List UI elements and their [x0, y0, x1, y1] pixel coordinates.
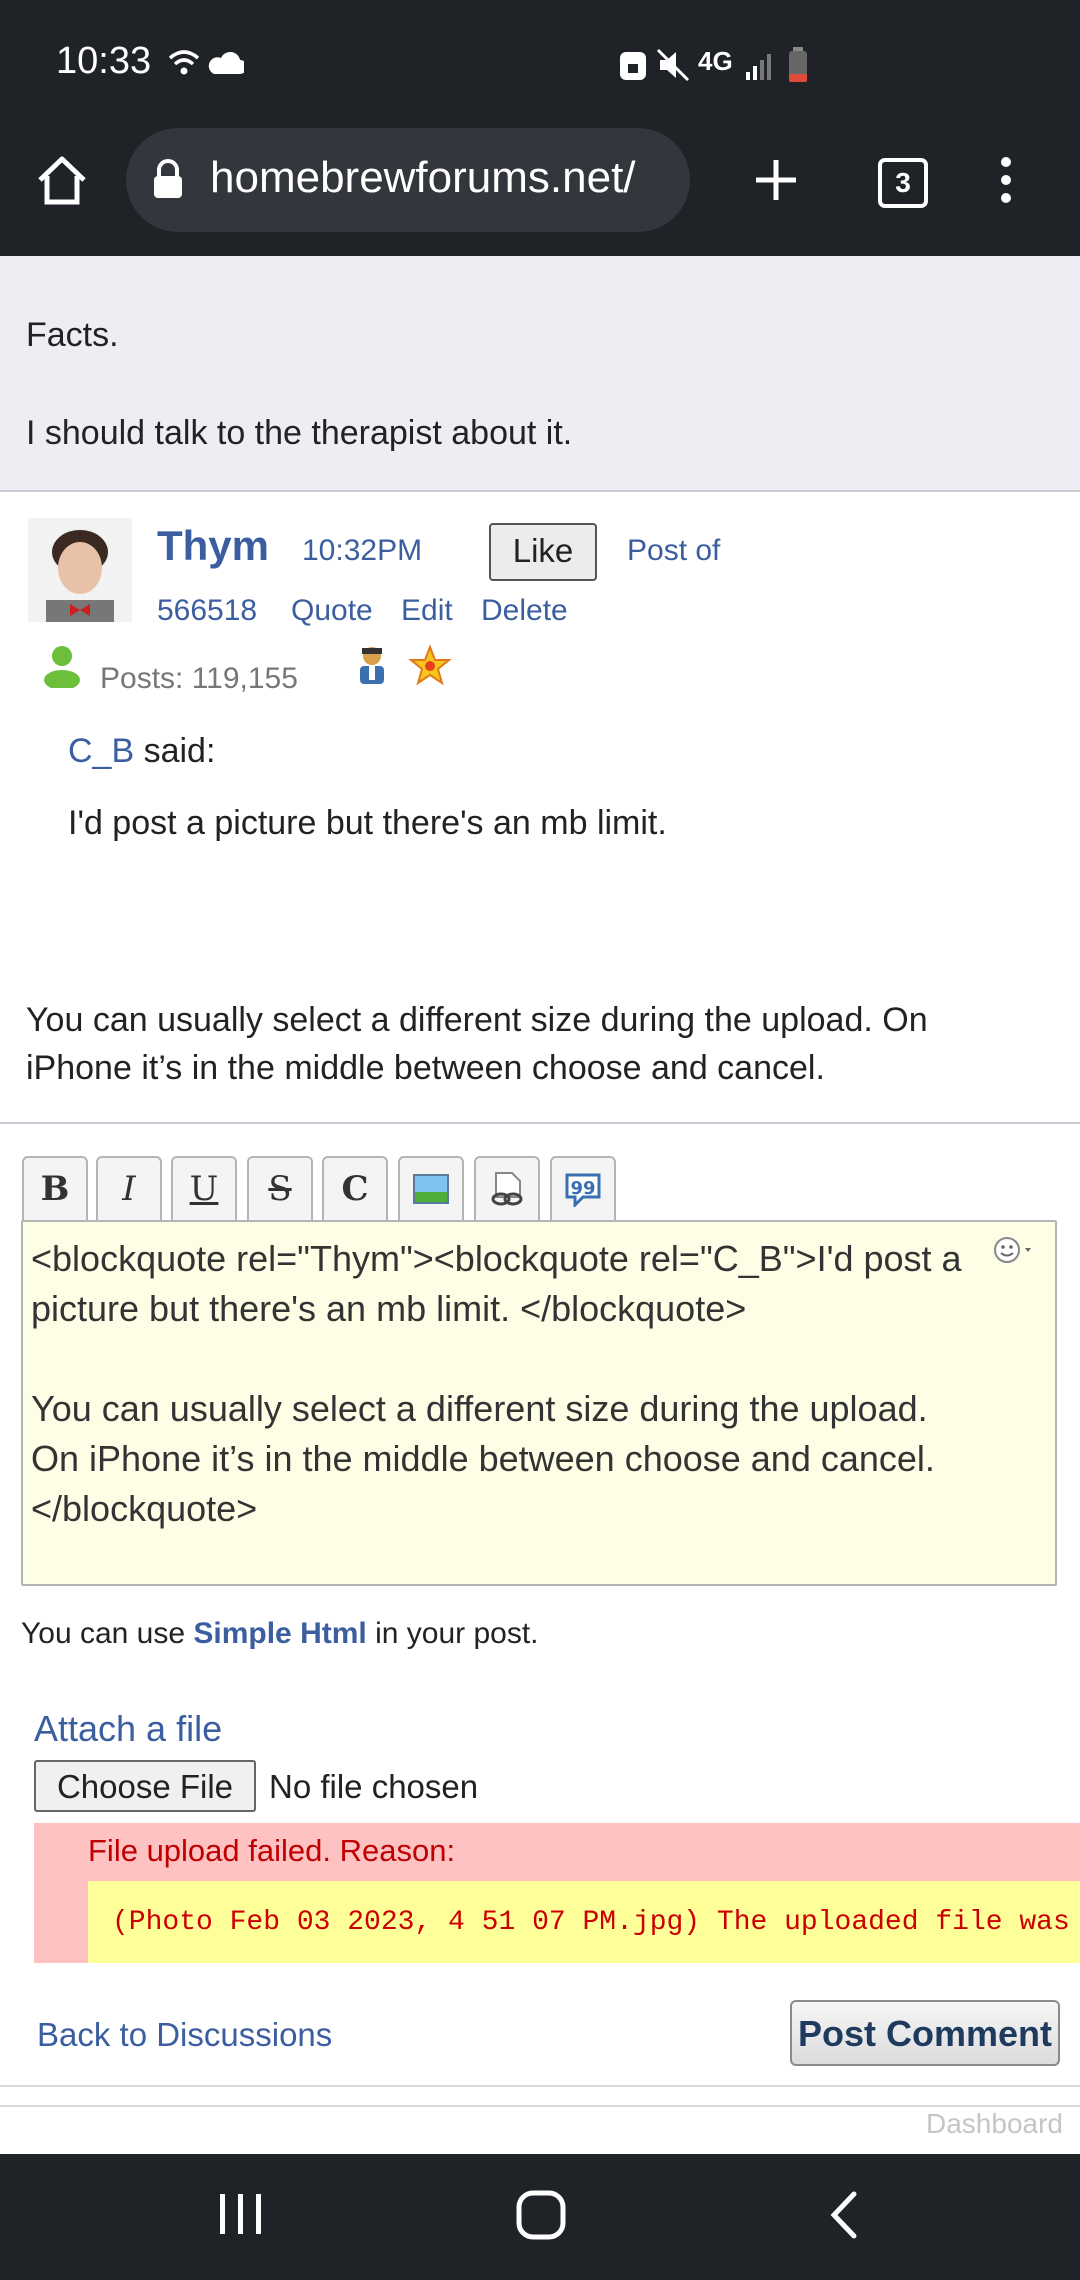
comment-text: <blockquote rel="Thym"><blockquote rel="… — [31, 1238, 962, 1529]
delete-link[interactable]: Delete — [481, 594, 568, 628]
post-comment-button[interactable]: Post Comment — [790, 2000, 1060, 2066]
dashboard-link[interactable]: Dashboard — [926, 2108, 1063, 2140]
signal-icon — [746, 54, 771, 80]
like-button[interactable]: Like — [489, 523, 597, 581]
tab-switcher-button[interactable]: 3 — [878, 158, 928, 208]
divider — [0, 2105, 1080, 2107]
help-suffix: in your post. — [366, 1617, 539, 1650]
strikethrough-button[interactable]: S — [247, 1156, 313, 1220]
link-icon — [491, 1172, 523, 1206]
svg-text:99: 99 — [570, 1178, 595, 1199]
insert-link-button[interactable] — [474, 1156, 540, 1220]
quote-link[interactable]: Quote — [291, 594, 373, 628]
post-body-line: iPhone it’s in the middle between choose… — [26, 1049, 825, 1087]
emoji-dropdown-icon[interactable] — [991, 1234, 1041, 1268]
simple-html-link[interactable]: Simple Html — [193, 1617, 366, 1650]
bold-button[interactable]: B — [22, 1156, 88, 1220]
said-label: said: — [143, 732, 216, 770]
status-bar: 10:33 4G — [0, 0, 1080, 128]
posts-count: Posts: 119,155 — [100, 662, 298, 695]
browser-toolbar: homebrewforums.net/ 3 — [0, 128, 1080, 258]
post-id-link[interactable]: 566518 — [157, 594, 257, 628]
quote-icon: 99 — [565, 1173, 601, 1207]
network-type: 4G — [698, 46, 733, 76]
back-icon[interactable] — [822, 2188, 866, 2242]
author-link[interactable]: Thym — [157, 522, 269, 570]
address-bar[interactable]: homebrewforums.net/ — [126, 128, 690, 232]
post-text: I should talk to the therapist about it. — [26, 414, 573, 452]
lock-icon — [154, 159, 182, 198]
url-text: homebrewforums.net/ — [210, 153, 636, 202]
avatar[interactable] — [28, 518, 132, 622]
navigation-bar — [0, 2154, 1080, 2280]
divider — [0, 1122, 1080, 1124]
status-time: 10:33 — [56, 40, 152, 82]
divider — [0, 2085, 1080, 2087]
back-to-discussions-link[interactable]: Back to Discussions — [37, 2016, 332, 2054]
post-of-link[interactable]: Post of — [627, 534, 720, 568]
italic-button[interactable]: I — [96, 1156, 162, 1220]
edit-link[interactable]: Edit — [401, 594, 453, 628]
html-help-text: You can use Simple Html in your post. — [21, 1617, 539, 1651]
error-message: (Photo Feb 03 2023, 4 51 07 PM.jpg) The … — [112, 1907, 1080, 1938]
home-nav-icon[interactable] — [514, 2188, 568, 2242]
choose-file-button[interactable]: Choose File — [34, 1760, 256, 1812]
insert-image-button[interactable] — [398, 1156, 464, 1220]
quote-attribution: C_B said: — [68, 732, 215, 771]
rank-badge-icon — [360, 647, 384, 684]
comment-textarea[interactable]: <blockquote rel="Thym"><blockquote rel="… — [21, 1220, 1057, 1586]
recent-apps-icon[interactable] — [214, 2190, 266, 2238]
home-icon[interactable] — [34, 152, 90, 208]
code-button[interactable]: C — [322, 1156, 388, 1220]
new-tab-icon[interactable] — [750, 154, 802, 206]
mute-icon — [656, 48, 690, 82]
wifi-icon — [168, 50, 244, 75]
user-icon — [44, 646, 80, 688]
quote-text: I'd post a picture but there's an mb lim… — [68, 804, 667, 842]
quote-author-link[interactable]: C_B — [68, 732, 134, 770]
insert-quote-button[interactable]: 99 — [550, 1156, 616, 1220]
help-prefix: You can use — [21, 1617, 194, 1650]
attach-file-title: Attach a file — [34, 1708, 223, 1749]
error-detail: (Photo Feb 03 2023, 4 51 07 PM.jpg) The … — [88, 1881, 1080, 1963]
post-body: You can usually select a different size … — [26, 996, 928, 1092]
star-badge-icon — [408, 644, 452, 686]
previous-post: Facts. I should talk to the therapist ab… — [0, 256, 1080, 492]
error-title: File upload failed. Reason: — [88, 1833, 456, 1868]
battery-icon — [789, 47, 807, 82]
lock-rotation-icon — [620, 52, 646, 80]
post-time[interactable]: 10:32PM — [302, 534, 422, 568]
image-icon — [413, 1174, 449, 1204]
more-menu-icon[interactable] — [990, 152, 1022, 208]
post-text: Facts. — [26, 316, 119, 354]
underline-button[interactable]: U — [171, 1156, 237, 1220]
no-file-label: No file chosen — [269, 1768, 479, 1805]
upload-error-box: File upload failed. Reason: (Photo Feb 0… — [34, 1823, 1080, 1963]
post-body-line: You can usually select a different size … — [26, 1001, 928, 1039]
